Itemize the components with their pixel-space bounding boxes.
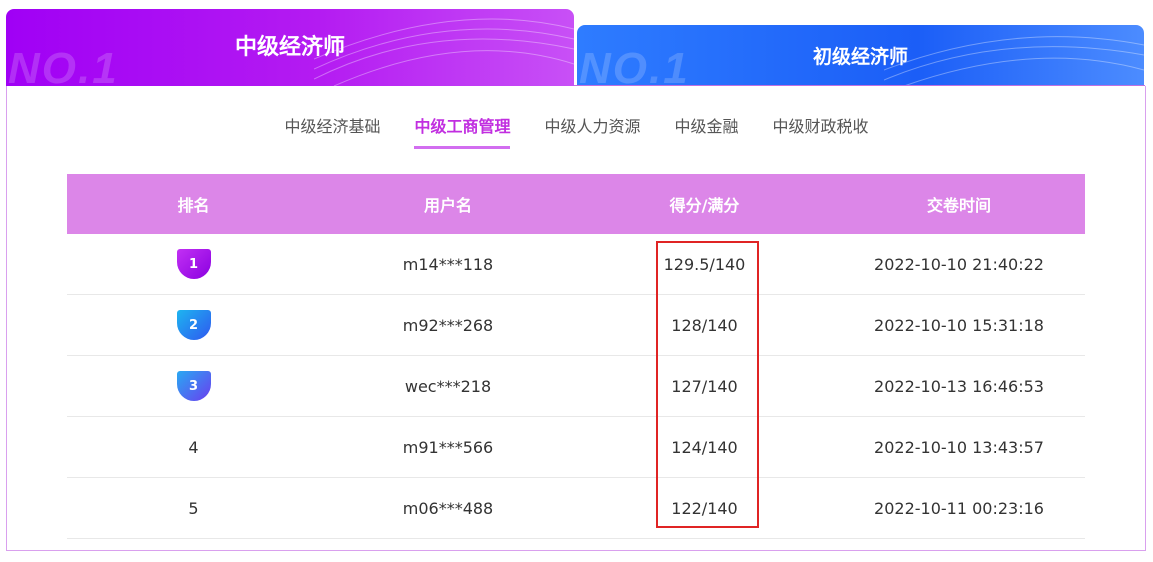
table-row: 2 m92***268 128/140 2022-10-10 15:31:18	[67, 295, 1085, 356]
score-cell: 122/140	[671, 498, 738, 518]
header-rank: 排名	[177, 196, 210, 215]
username-cell: m91***566	[402, 437, 494, 457]
rank-cell: 5	[188, 498, 199, 518]
subtab-fiscal-tax[interactable]: 中级财政税收	[773, 113, 869, 149]
subtab-human-resources[interactable]: 中级人力资源	[544, 113, 640, 149]
table-header: 排名 用户名 得分/满分 交卷时间	[67, 174, 1085, 234]
score-cell: 129.5/140	[663, 254, 746, 274]
subtab-economic-basics[interactable]: 中级经济基础	[284, 113, 380, 149]
rank-badge-icon: 1	[176, 249, 211, 279]
score-cell: 124/140	[671, 437, 738, 457]
header-username: 用户名	[423, 196, 472, 215]
time-cell: 2022-10-10 15:31:18	[874, 315, 1044, 335]
decorative-lines-icon	[314, 18, 574, 86]
subtab-finance[interactable]: 中级金融	[675, 113, 739, 149]
rank-badge-icon: 2	[176, 310, 211, 340]
tab-watermark: NO.1	[8, 44, 119, 86]
username-cell: m92***268	[402, 315, 494, 335]
time-cell: 2022-10-13 16:46:53	[874, 376, 1044, 396]
table-row: 3 wec***218 127/140 2022-10-13 16:46:53	[67, 356, 1085, 417]
tab-intermediate-economist[interactable]: NO.1 中级经济师	[6, 9, 574, 86]
username-cell: m14***118	[402, 254, 494, 274]
header-score: 得分/满分	[669, 196, 740, 215]
table-row: 1 m14***118 129.5/140 2022-10-10 21:40:2…	[67, 234, 1085, 295]
header-submit-time: 交卷时间	[926, 196, 991, 215]
score-cell: 128/140	[671, 315, 738, 335]
rank-cell: 4	[188, 437, 199, 457]
tab-watermark: NO.1	[579, 44, 690, 86]
tab-label: 初级经济师	[812, 46, 908, 68]
tab-junior-economist[interactable]: NO.1 初级经济师	[577, 25, 1144, 86]
table-row: 4 m91***566 124/140 2022-10-10 13:43:57	[67, 417, 1085, 478]
time-cell: 2022-10-10 13:43:57	[874, 437, 1044, 457]
decorative-lines-icon	[884, 36, 1144, 86]
subtab-business-management[interactable]: 中级工商管理	[414, 113, 511, 149]
table-row: 5 m06***488 122/140 2022-10-11 00:23:16	[67, 478, 1085, 539]
time-cell: 2022-10-10 21:40:22	[874, 254, 1044, 274]
score-cell: 127/140	[671, 376, 738, 396]
tab-label: 中级经济师	[234, 34, 345, 60]
username-cell: wec***218	[404, 376, 492, 396]
ranking-table: 排名 用户名 得分/满分 交卷时间 1 m14***118 129.5/140 …	[67, 174, 1085, 539]
time-cell: 2022-10-11 00:23:16	[874, 498, 1044, 518]
subject-tabs: 中级经济基础 中级工商管理 中级人力资源 中级金融 中级财政税收	[0, 113, 1153, 149]
username-cell: m06***488	[402, 498, 494, 518]
rank-badge-icon: 3	[176, 371, 211, 401]
